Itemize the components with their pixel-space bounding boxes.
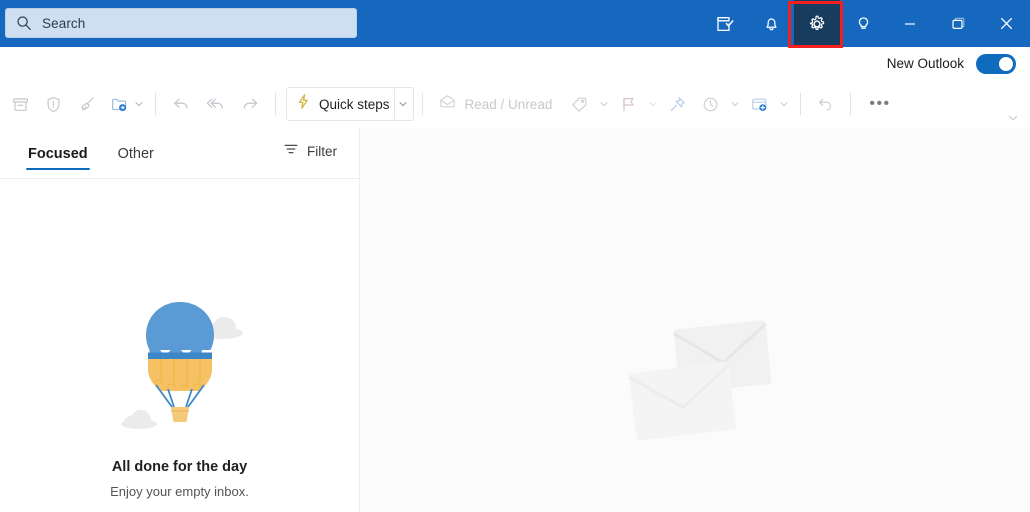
tab-other-label: Other [117, 146, 154, 162]
quick-steps-caret-icon[interactable] [395, 88, 411, 120]
command-ribbon: Quick steps Read / Unread ••• [0, 80, 1030, 129]
ribbon-separator [850, 93, 852, 115]
ribbon-separator [155, 93, 156, 115]
pin-button[interactable] [661, 88, 694, 120]
new-outlook-label: New Outlook [886, 56, 964, 71]
quick-steps-label: Quick steps [319, 96, 390, 112]
tab-other[interactable]: Other [116, 146, 156, 166]
rules-caret-icon[interactable] [776, 88, 792, 120]
folder-arrow-icon [110, 95, 129, 114]
snooze-button[interactable] [694, 88, 727, 120]
undo-arrow-icon [816, 95, 835, 114]
flag-icon [619, 95, 638, 114]
rules-button[interactable] [743, 88, 776, 120]
undo-button[interactable] [809, 88, 842, 120]
task-compose-icon[interactable] [702, 0, 748, 47]
archive-button[interactable] [4, 88, 37, 120]
search-input[interactable]: Search [5, 8, 357, 38]
reply-button[interactable] [164, 88, 198, 120]
categorize-caret-icon[interactable] [596, 88, 612, 120]
notifications-bell-icon[interactable] [748, 0, 794, 47]
search-placeholder: Search [42, 15, 86, 31]
empty-inbox-state: All done for the day Enjoy your empty in… [0, 178, 359, 512]
ribbon-expand-chevron-down-icon[interactable] [1004, 109, 1022, 127]
minimize-icon[interactable] [886, 0, 934, 47]
filter-label: Filter [307, 144, 337, 159]
message-list-header: Focused Other Filter [0, 128, 359, 179]
new-outlook-bar: New Outlook [0, 47, 1030, 80]
reply-all-arrow-icon [205, 94, 226, 114]
flag-button[interactable] [612, 88, 645, 120]
pin-icon [668, 95, 687, 114]
empty-inbox-title: All done for the day [111, 459, 248, 475]
read-unread-button[interactable]: Read / Unread [431, 88, 560, 120]
hot-air-balloon-illustration [110, 290, 250, 445]
sweep-button[interactable] [70, 88, 103, 120]
flag-caret-icon[interactable] [645, 88, 661, 120]
empty-inbox-subtitle: Enjoy your empty inbox. [110, 484, 249, 499]
toggle-knob [999, 56, 1013, 71]
two-envelopes-watermark [625, 313, 785, 448]
move-to-button[interactable] [103, 88, 131, 120]
report-button[interactable] [37, 88, 70, 120]
filter-button[interactable]: Filter [283, 141, 337, 162]
snooze-caret-icon[interactable] [727, 88, 743, 120]
ribbon-separator [275, 93, 276, 115]
new-outlook-toggle[interactable] [976, 53, 1016, 74]
filter-icon [283, 141, 299, 162]
clock-icon [701, 95, 720, 114]
reply-all-button[interactable] [198, 88, 233, 120]
lightning-bolt-icon [295, 93, 312, 115]
tab-focused[interactable]: Focused [26, 146, 90, 170]
shield-exclamation-icon [44, 95, 63, 114]
ribbon-separator [800, 93, 802, 115]
ribbon-overflow-button[interactable]: ••• [859, 96, 900, 112]
close-icon[interactable] [982, 0, 1030, 47]
outlook-window: Search New Outlook Quick steps Read / Un… [0, 0, 1030, 512]
read-unread-label: Read / Unread [464, 96, 553, 112]
title-bar: Search [0, 0, 1030, 48]
rules-icon [750, 95, 769, 114]
forward-button[interactable] [233, 88, 267, 120]
categorize-button[interactable] [563, 88, 596, 120]
reading-pane [360, 128, 1030, 512]
message-list-pane: Focused Other Filter All done for the da… [0, 128, 360, 512]
move-to-caret-icon[interactable] [131, 88, 147, 120]
archive-icon [11, 95, 30, 114]
titlebar-buttons [702, 0, 1030, 47]
reply-arrow-icon [171, 94, 191, 114]
forward-arrow-icon [240, 94, 260, 114]
broom-icon [77, 95, 96, 114]
restore-icon[interactable] [934, 0, 982, 47]
quick-steps-button[interactable]: Quick steps [286, 87, 414, 121]
tag-icon [570, 95, 589, 114]
tab-focused-label: Focused [28, 146, 88, 162]
ribbon-separator [421, 93, 423, 115]
open-envelope-icon [438, 92, 457, 116]
settings-gear-icon[interactable] [794, 0, 840, 47]
search-icon [16, 15, 32, 31]
tips-lightbulb-icon[interactable] [840, 0, 886, 47]
